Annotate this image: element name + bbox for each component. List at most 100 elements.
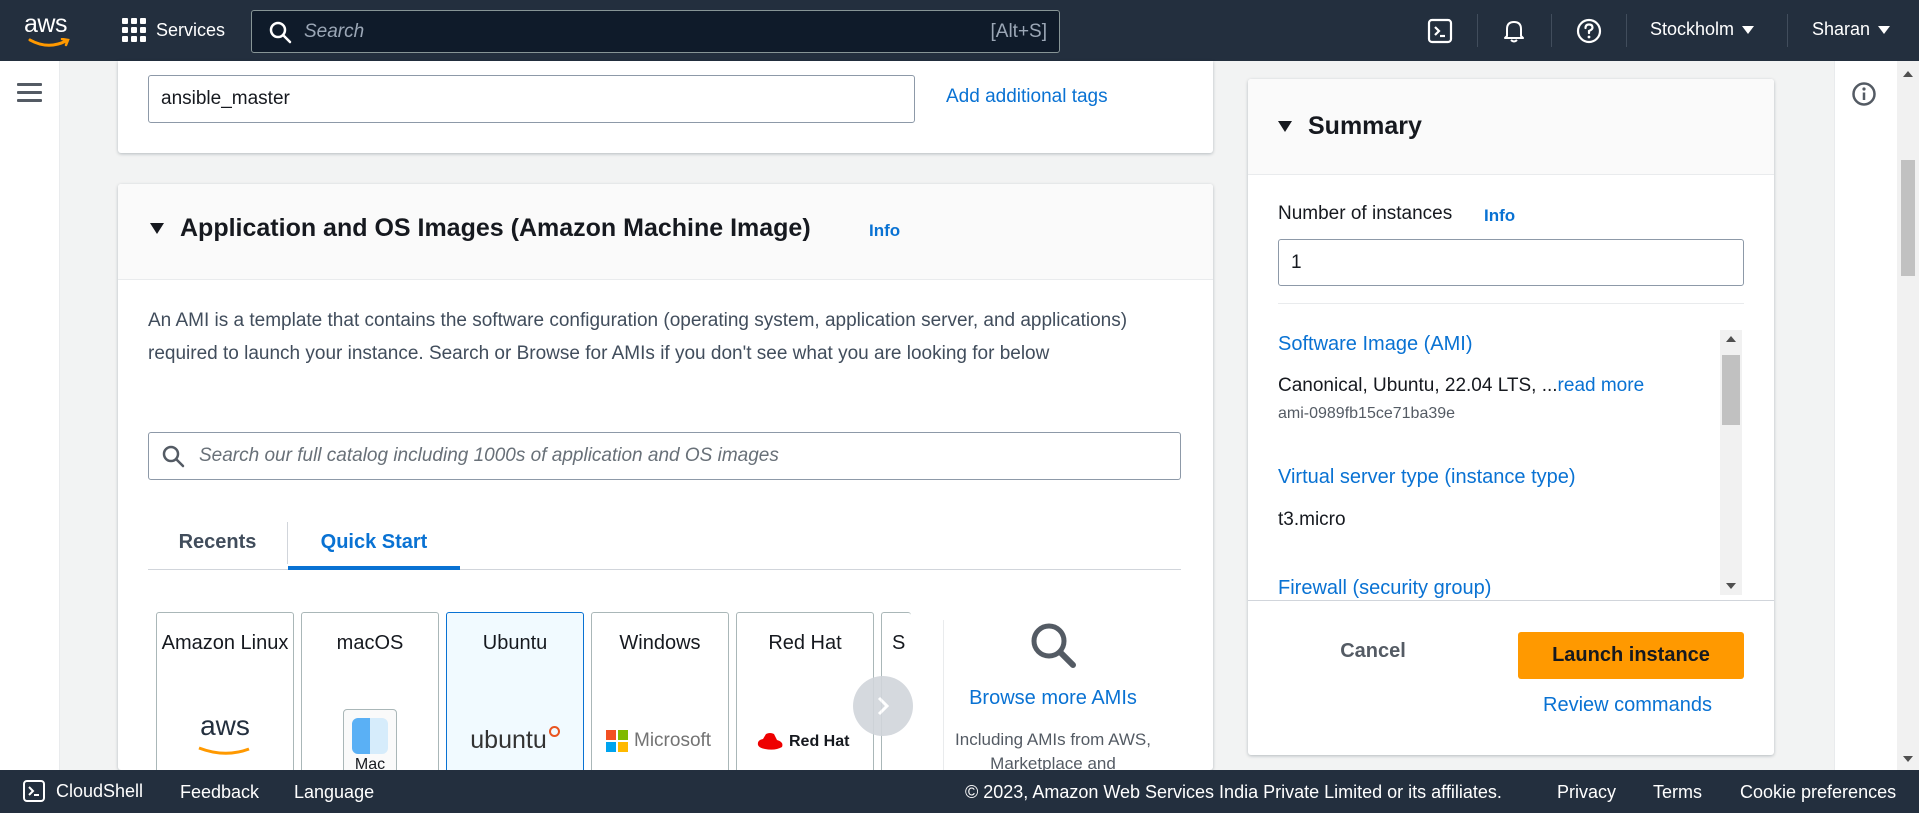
- ami-catalog-search-placeholder: Search our full catalog including 1000s …: [199, 445, 779, 466]
- os-card-ubuntu[interactable]: Ubuntu ubuntu: [446, 612, 584, 770]
- software-image-link[interactable]: Software Image (AMI): [1278, 333, 1473, 356]
- os-card-red-hat[interactable]: Red Hat Red Hat: [736, 612, 874, 770]
- user-label: Sharan: [1812, 19, 1871, 39]
- os-card-windows[interactable]: Windows Microsoft: [591, 612, 729, 770]
- notifications-bell-icon[interactable]: [1500, 17, 1528, 45]
- cloudshell-icon[interactable]: [1426, 17, 1454, 45]
- tab-recents[interactable]: Recents: [148, 514, 287, 570]
- cloudshell-label: CloudShell: [56, 780, 144, 801]
- launch-instance-button[interactable]: Launch instance: [1518, 632, 1744, 679]
- aws-logo-icon: aws: [157, 712, 293, 762]
- right-help-rail: [1834, 61, 1897, 770]
- instances-count-input[interactable]: 1: [1278, 239, 1744, 286]
- instance-name-input[interactable]: ansible_master: [148, 75, 915, 123]
- scroll-up-icon[interactable]: [1726, 336, 1736, 342]
- ami-tabs: Recents Quick Start: [148, 514, 1181, 570]
- os-card-amazon-linux[interactable]: Amazon Linux aws: [156, 612, 294, 770]
- page-scrollbar[interactable]: [1897, 61, 1919, 770]
- magnifier-icon: [1031, 623, 1076, 668]
- cloudshell-footer-button[interactable]: CloudShell: [22, 779, 143, 803]
- instances-count-value: 1: [1291, 251, 1302, 273]
- ami-section-title: Application and OS Images (Amazon Machin…: [180, 214, 811, 242]
- top-navigation: aws Services [Alt+S] Stockholm: [0, 0, 1919, 61]
- software-image-value-row: Canonical, Ubuntu, 22.04 LTS, ...read mo…: [1278, 375, 1644, 397]
- feedback-link[interactable]: Feedback: [180, 782, 259, 803]
- microsoft-logo-icon: Microsoft: [606, 730, 711, 752]
- region-selector[interactable]: Stockholm: [1650, 19, 1755, 40]
- info-panel-icon[interactable]: [1851, 81, 1877, 107]
- console-footer: CloudShell Feedback Language © 2023, Ama…: [0, 770, 1919, 813]
- summary-footer-divider: [1248, 600, 1774, 601]
- copyright-text: © 2023, Amazon Web Services India Privat…: [965, 782, 1502, 802]
- global-search-input[interactable]: [304, 20, 991, 43]
- os-card-label: Amazon Linux: [161, 632, 289, 654]
- language-link[interactable]: Language: [294, 782, 374, 803]
- services-grid-icon: [122, 18, 146, 42]
- terms-link[interactable]: Terms: [1653, 782, 1702, 803]
- collapse-triangle-icon: [150, 223, 164, 234]
- firewall-link[interactable]: Firewall (security group): [1278, 577, 1491, 599]
- aws-smile-icon: [28, 38, 70, 47]
- cookie-preferences-link[interactable]: Cookie preferences: [1740, 782, 1896, 803]
- help-icon[interactable]: [1575, 17, 1603, 45]
- page-scroll-thumb[interactable]: [1901, 160, 1915, 276]
- os-card-label: Red Hat: [768, 632, 842, 654]
- os-card-label: Ubuntu: [482, 632, 548, 654]
- nav-divider: [1477, 14, 1478, 47]
- scroll-down-icon[interactable]: [1903, 756, 1913, 762]
- os-card-label: macOS: [336, 632, 404, 654]
- ami-description: An AMI is a template that contains the s…: [148, 310, 1128, 364]
- left-navigation-rail: [0, 61, 60, 770]
- os-card-macos[interactable]: macOS Mac: [301, 612, 439, 770]
- red-hat-logo-icon: Red Hat: [755, 731, 849, 753]
- ubuntu-logo-icon: ubuntu: [447, 726, 583, 755]
- ami-panel: Application and OS Images (Amazon Machin…: [118, 184, 1213, 770]
- name-and-tags-panel: ansible_master Add additional tags: [118, 61, 1213, 153]
- aws-logo[interactable]: aws: [24, 12, 74, 48]
- services-label: Services: [156, 19, 226, 40]
- os-card-label: Windows: [619, 632, 701, 654]
- region-label: Stockholm: [1650, 19, 1735, 39]
- browse-more-amis-link[interactable]: Browse more AMIs: [943, 687, 1163, 710]
- nav-divider: [1626, 14, 1627, 47]
- os-card-label: S: [892, 632, 906, 654]
- instance-name-value: ansible_master: [161, 88, 290, 109]
- collapse-triangle-icon: [1278, 121, 1292, 132]
- scroll-up-icon[interactable]: [1903, 71, 1913, 77]
- active-tab-indicator: [288, 566, 460, 570]
- global-search[interactable]: [Alt+S]: [251, 10, 1060, 53]
- instance-type-value: t3.micro: [1278, 509, 1346, 530]
- chevron-right-icon: [877, 696, 890, 716]
- summary-divider: [1278, 303, 1744, 304]
- caret-down-icon: [1878, 25, 1891, 34]
- carousel-next-button[interactable]: [853, 676, 913, 736]
- privacy-link[interactable]: Privacy: [1557, 782, 1616, 803]
- review-commands-link[interactable]: Review commands: [1543, 694, 1712, 717]
- read-more-link[interactable]: read more: [1558, 375, 1645, 396]
- ami-id: ami-0989fb15ce71ba39e: [1278, 405, 1456, 422]
- cancel-button[interactable]: Cancel: [1308, 628, 1438, 675]
- search-icon: [269, 21, 292, 43]
- add-additional-tags-link[interactable]: Add additional tags: [946, 86, 1108, 108]
- services-menu[interactable]: Services: [122, 18, 225, 42]
- instance-type-link[interactable]: Virtual server type (instance type): [1278, 466, 1576, 489]
- cloudshell-icon: [23, 780, 45, 802]
- instances-info-link[interactable]: Info: [1484, 206, 1515, 226]
- ami-panel-header[interactable]: Application and OS Images (Amazon Machin…: [118, 184, 1213, 280]
- summary-scrollbar[interactable]: [1720, 330, 1742, 595]
- search-icon: [162, 445, 185, 468]
- scroll-down-icon[interactable]: [1726, 583, 1736, 589]
- menu-hamburger-icon[interactable]: [17, 83, 42, 103]
- summary-panel: Summary Number of instances Info 1 Softw…: [1248, 79, 1774, 755]
- ami-catalog-search[interactable]: Search our full catalog including 1000s …: [148, 432, 1181, 480]
- account-menu[interactable]: Sharan: [1812, 19, 1891, 40]
- browse-more-amis: Browse more AMIs Including AMIs from AWS…: [943, 620, 1163, 770]
- tab-quick-start[interactable]: Quick Start: [288, 514, 460, 570]
- search-shortcut-hint: [Alt+S]: [990, 20, 1048, 42]
- nav-divider: [1551, 14, 1552, 47]
- ami-info-link[interactable]: Info: [869, 221, 900, 241]
- nav-divider: [1787, 14, 1788, 47]
- mac-finder-icon: Mac: [343, 709, 397, 770]
- summary-header[interactable]: Summary: [1248, 79, 1774, 175]
- summary-scroll-thumb[interactable]: [1722, 355, 1740, 425]
